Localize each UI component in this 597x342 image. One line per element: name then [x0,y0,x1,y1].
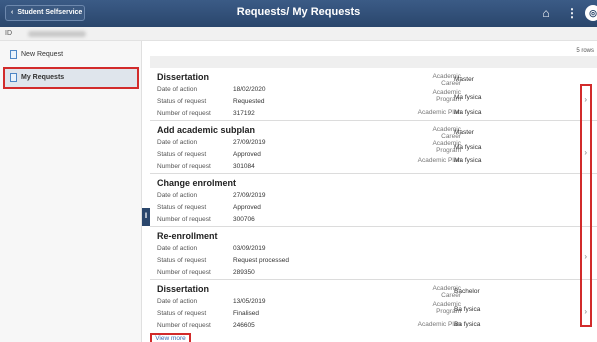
plan-value: Ba fysica [454,321,481,328]
program-value: Ma fysica [454,144,482,151]
date-value: 27/09/2019 [233,192,266,199]
list-item[interactable]: Re-enrollment Date of action 03/09/2019 … [150,227,597,280]
plan-value: Ma fysica [454,157,482,164]
number-value: 317192 [233,110,255,117]
list-item[interactable]: Add academic subplan Date of action 27/0… [150,121,597,174]
date-label: Date of action [157,86,198,93]
sidebar-item-my-requests[interactable]: My Requests [3,67,139,89]
request-title: Change enrolment [157,178,237,188]
navbar-icon[interactable]: ◎ [585,5,597,21]
number-label: Number of request [157,163,211,170]
status-label: Status of request [157,204,207,211]
sidebar-item-new-request[interactable]: New Request [5,45,135,65]
sidebar-item-label: New Request [21,51,64,58]
request-title: Add academic subplan [157,125,256,135]
career-label-line2: Career [441,133,461,140]
program-label-line2: Program [436,96,461,103]
number-value: 246605 [233,322,255,329]
status-value: Approved [233,151,261,158]
request-title: Re-enrollment [157,231,218,241]
number-label: Number of request [157,322,211,329]
date-label: Date of action [157,298,198,305]
program-label-line2: Program [436,308,461,315]
home-icon[interactable]: ⌂ [539,6,553,20]
status-value: Finalised [233,310,260,317]
career-value: Bachelor [454,288,480,295]
collapse-sidebar-button[interactable]: ‖ [142,208,150,226]
document-icon [10,73,17,82]
status-label: Status of request [157,257,207,264]
date-value: 27/09/2019 [233,139,266,146]
career-label-line2: Career [441,292,461,299]
date-label: Date of action [157,245,198,252]
plan-label: Academic Plan [417,109,461,116]
status-label: Status of request [157,310,207,317]
career-label-line1: Academic [432,126,461,133]
status-value: Requested [233,98,265,105]
career-value: Master [454,76,474,83]
view-more-link[interactable]: View more [150,333,191,342]
status-value: Request processed [233,257,290,264]
program-label-line1: Academic [432,301,461,308]
plan-label: Academic Plan [417,321,461,328]
header-bar: ‹ Student Selfservice Requests/ My Reques… [0,0,597,27]
page-title: Requests/ My Requests [236,6,361,18]
number-value: 289350 [233,269,255,276]
number-value: 300706 [233,216,255,223]
highlight-chevron-column [580,84,592,327]
number-value: 301084 [233,163,255,170]
program-value: Ba fysica [454,306,481,313]
id-row: ID [0,27,597,41]
date-label: Date of action [157,192,198,199]
status-value: Approved [233,204,261,211]
more-options-icon[interactable]: ⋮ [566,6,578,20]
rows-count: 5 rows [576,48,594,54]
plan-label: Academic Plan [417,157,461,164]
program-label-line1: Academic [432,140,461,147]
date-value: 13/05/2019 [233,298,266,305]
sidebar: New Request My Requests [0,41,142,342]
list-header-band [150,56,597,68]
status-label: Status of request [157,151,207,158]
request-title: Dissertation [157,72,210,82]
plan-value: Ma fysica [454,109,482,116]
date-value: 18/02/2020 [233,86,266,93]
list-item[interactable]: Change enrolment Date of action 27/09/20… [150,174,597,227]
number-label: Number of request [157,110,211,117]
date-value: 03/09/2019 [233,245,266,252]
request-title: Dissertation [157,284,210,294]
program-label-line1: Academic [432,89,461,96]
number-label: Number of request [157,216,211,223]
list-item[interactable]: Dissertation Date of action 13/05/2019 S… [150,280,597,333]
date-label: Date of action [157,139,198,146]
career-value: Master [454,129,474,136]
career-label-line1: Academic [432,285,461,292]
list-item[interactable]: Dissertation Date of action 18/02/2020 S… [150,68,597,121]
program-label-line2: Program [436,147,461,154]
number-label: Number of request [157,269,211,276]
career-label-line2: Career [441,80,461,87]
document-icon [10,50,17,59]
career-label-line1: Academic [432,73,461,80]
status-label: Status of request [157,98,207,105]
redacted-id [28,31,86,37]
sidebar-item-label: My Requests [21,74,65,81]
program-value: Ma fysica [454,94,482,101]
id-label: ID [5,30,12,37]
